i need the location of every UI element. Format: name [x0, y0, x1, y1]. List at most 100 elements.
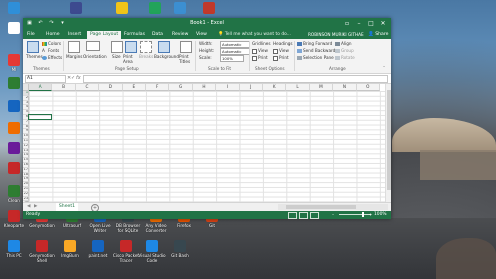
- column-header-h[interactable]: H: [192, 84, 217, 91]
- column-header-l[interactable]: L: [286, 84, 310, 91]
- tab-view[interactable]: View: [196, 31, 207, 39]
- insert-function-icon[interactable]: fx: [76, 75, 81, 82]
- tab-home[interactable]: Home: [46, 31, 60, 39]
- column-header-f[interactable]: F: [146, 84, 170, 91]
- tab-review[interactable]: Review: [172, 31, 188, 39]
- desktop-shortcut[interactable]: paint.net: [84, 240, 112, 258]
- fonts-button[interactable]: Fonts: [48, 48, 59, 53]
- column-header-g[interactable]: G: [169, 84, 193, 91]
- horizontal-scrollbar[interactable]: [278, 204, 388, 210]
- tab-insert[interactable]: Insert: [68, 31, 81, 39]
- zoom-slider[interactable]: [339, 214, 371, 215]
- column-header-k[interactable]: K: [263, 84, 287, 91]
- zoom-slider-knob[interactable]: [362, 212, 364, 217]
- gridlines-print-checkbox[interactable]: [252, 56, 257, 61]
- size-button[interactable]: Size: [112, 54, 121, 59]
- print-area-icon[interactable]: [125, 41, 137, 53]
- desktop-shortcut[interactable]: [166, 2, 194, 15]
- print-titles-icon[interactable]: [180, 41, 192, 53]
- print-area-button[interactable]: Print Area: [123, 54, 137, 64]
- collapse-ribbon-icon[interactable]: ˆ: [383, 66, 385, 71]
- tab-data[interactable]: Data: [152, 31, 163, 39]
- column-header-c[interactable]: C: [75, 84, 100, 91]
- desktop-shortcut[interactable]: Visual Studio Code: [138, 240, 166, 263]
- zoom-level[interactable]: 100%: [374, 211, 387, 219]
- desktop-shortcut[interactable]: [0, 2, 28, 15]
- name-box[interactable]: A1: [25, 75, 66, 83]
- desktop-shortcut[interactable]: [62, 2, 90, 15]
- breaks-button[interactable]: Breaks: [139, 54, 153, 59]
- column-header-b[interactable]: B: [52, 84, 76, 91]
- maximize-button[interactable]: □: [365, 19, 377, 28]
- themes-icon[interactable]: [27, 41, 39, 53]
- column-header-a[interactable]: A: [29, 84, 53, 91]
- desktop-shortcut[interactable]: [141, 2, 169, 15]
- horizontal-scroll-thumb[interactable]: [286, 205, 356, 209]
- tab-file[interactable]: File: [27, 31, 35, 39]
- zoom-in-icon[interactable]: +: [369, 212, 373, 217]
- user-name[interactable]: ROBINSON MURIKI GITHAE: [308, 31, 364, 39]
- column-header-n[interactable]: N: [333, 84, 357, 91]
- effects-button[interactable]: Effects: [48, 55, 62, 60]
- breaks-icon[interactable]: [140, 41, 152, 53]
- minimize-button[interactable]: –: [353, 19, 365, 28]
- desktop-shortcut[interactable]: [195, 2, 223, 15]
- cells-area[interactable]: [29, 91, 385, 211]
- orientation-button[interactable]: Orientation: [83, 54, 107, 59]
- formula-input[interactable]: [83, 75, 388, 83]
- rotate-button[interactable]: Rotate: [341, 55, 355, 60]
- gridlines-view-checkbox[interactable]: [252, 49, 257, 54]
- share-button[interactable]: 👤 Share: [368, 31, 388, 39]
- close-button[interactable]: ✕: [377, 19, 389, 28]
- page-break-view-button[interactable]: [310, 212, 319, 219]
- margins-icon[interactable]: [68, 41, 80, 53]
- vertical-scrollbar[interactable]: [385, 84, 391, 211]
- prev-sheet-icon[interactable]: ◀: [27, 204, 30, 209]
- tab-formulas[interactable]: Formulas: [124, 31, 145, 39]
- vertical-scroll-thumb[interactable]: [387, 90, 391, 190]
- desktop-shortcut[interactable]: ImgBurn: [56, 240, 84, 258]
- margins-button[interactable]: Margins: [66, 54, 82, 59]
- column-header-j[interactable]: J: [239, 84, 263, 91]
- background-icon[interactable]: [158, 41, 170, 53]
- tab-page-layout[interactable]: Page Layout: [87, 31, 122, 39]
- normal-view-button[interactable]: [288, 212, 297, 219]
- size-icon[interactable]: [111, 41, 123, 53]
- active-cell[interactable]: [28, 114, 52, 120]
- desktop-shortcut-label: Clean: [8, 198, 20, 203]
- height-select[interactable]: Automatic: [220, 48, 250, 55]
- width-select[interactable]: Automatic: [220, 41, 250, 48]
- bring-forward-button[interactable]: Bring Forward: [303, 41, 332, 46]
- selection-pane-button[interactable]: Selection Pane: [303, 55, 334, 60]
- column-header-e[interactable]: E: [122, 84, 146, 91]
- desktop-shortcut[interactable]: [108, 2, 136, 15]
- orientation-icon[interactable]: [86, 41, 100, 51]
- page-layout-view-button[interactable]: [299, 212, 308, 219]
- column-header-d[interactable]: D: [99, 84, 123, 91]
- desktop-shortcut[interactable]: This PC: [0, 240, 28, 258]
- excel-window: ▣ ↶ ↷ ▾ Book1 - Excel ▫ – □ ✕ File Home …: [23, 18, 391, 219]
- scale-input[interactable]: 100%: [220, 55, 244, 62]
- print-titles-button[interactable]: Print Titles: [179, 54, 193, 64]
- column-header-o[interactable]: O: [356, 84, 380, 91]
- headings-view-checkbox[interactable]: [273, 49, 278, 54]
- enter-icon[interactable]: ✓: [71, 75, 75, 82]
- colors-button[interactable]: Colors: [48, 41, 61, 46]
- next-sheet-icon[interactable]: ▶: [34, 204, 37, 209]
- zoom-out-icon[interactable]: –: [332, 212, 334, 217]
- group-button[interactable]: Group: [341, 48, 354, 53]
- themes-button[interactable]: Themes: [26, 54, 43, 59]
- headings-view-label: View: [279, 48, 289, 53]
- desktop-shortcut[interactable]: Genymotion Shell: [28, 240, 56, 263]
- worksheet-grid[interactable]: ABCDEFGHIJKLMNO 1 2 3 4 5 6 7 8 9 10 11 12 13 14 15 16 1…: [23, 84, 385, 211]
- align-button[interactable]: Align: [341, 41, 352, 46]
- ribbon-display-icon[interactable]: ▫: [341, 19, 353, 28]
- column-header-i[interactable]: I: [216, 84, 240, 91]
- background-button[interactable]: Background: [154, 54, 179, 59]
- tell-me-search[interactable]: 💡 Tell me what you want to do...: [218, 31, 291, 39]
- send-backward-button[interactable]: Send Backward: [303, 48, 335, 53]
- desktop-shortcut[interactable]: Git Bash: [166, 240, 194, 258]
- column-header-m[interactable]: M: [309, 84, 334, 91]
- headings-print-checkbox[interactable]: [273, 56, 278, 61]
- desktop-shortcut[interactable]: Cisco Packet Tracer: [112, 240, 140, 263]
